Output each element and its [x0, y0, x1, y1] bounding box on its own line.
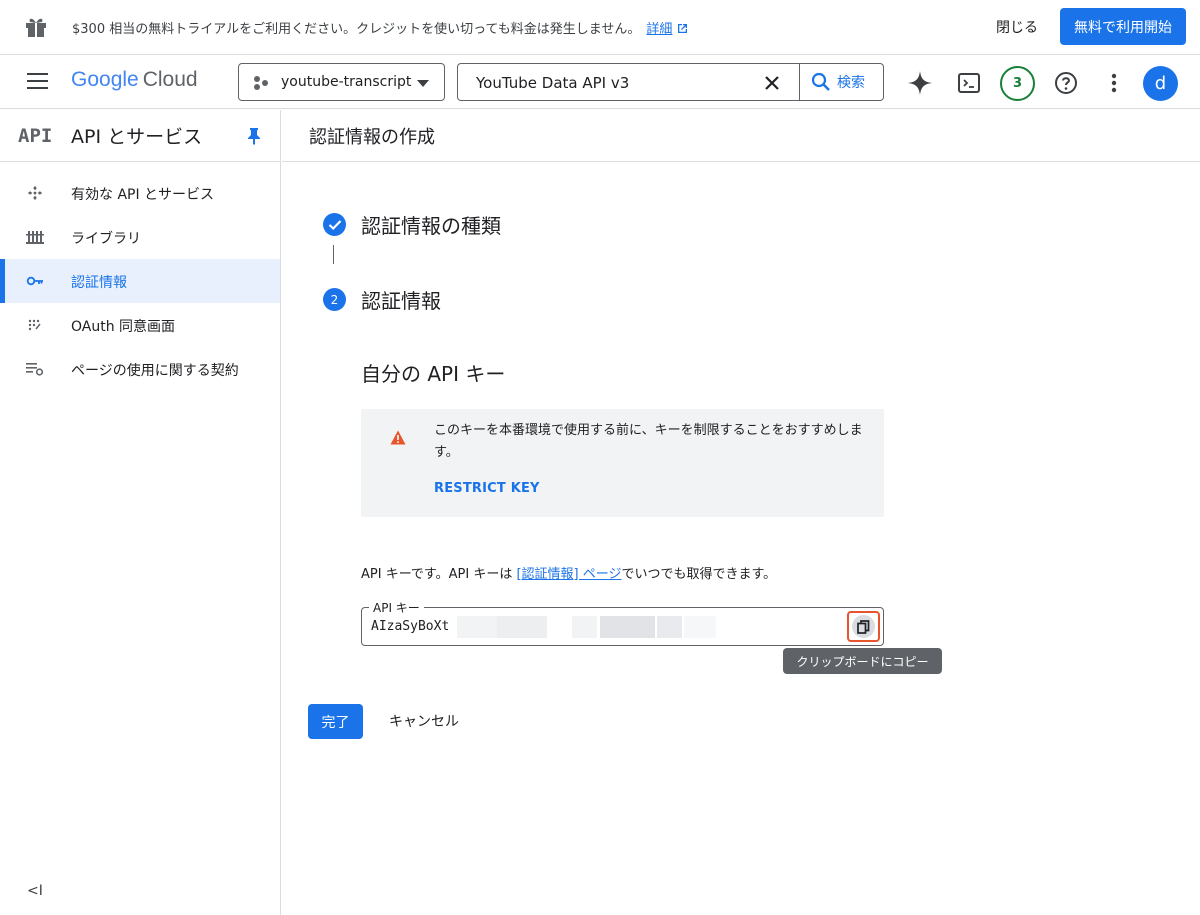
- api-key-label: API キー: [369, 599, 424, 616]
- logo-cloud-text: Cloud: [142, 68, 198, 91]
- sidebar-title: API とサービス: [71, 126, 203, 148]
- notification-badge[interactable]: 3: [1000, 66, 1035, 101]
- project-dots-icon: [254, 76, 268, 90]
- search-button-label: 検索: [837, 75, 865, 91]
- close-icon[interactable]: [762, 73, 782, 93]
- api-key-field[interactable]: API キー AIzaSyBoXt: [361, 599, 884, 646]
- api-logo: API: [18, 125, 53, 147]
- step2-title: 認証情報: [361, 289, 441, 313]
- sidebar-item-library[interactable]: ライブラリ: [0, 215, 280, 259]
- sidebar-item-oauth[interactable]: OAuth 同意画面: [0, 303, 280, 347]
- top-header: Google Cloud youtube-transcript YouTube D…: [0, 56, 1200, 109]
- done-button[interactable]: 完了: [308, 704, 363, 739]
- help-icon[interactable]: [1048, 65, 1084, 101]
- hamburger-menu-icon[interactable]: [27, 73, 48, 89]
- sidebar-item-credentials[interactable]: 認証情報: [0, 259, 280, 303]
- redacted-block: [684, 616, 716, 638]
- page-title: 認証情報の作成: [309, 127, 435, 148]
- logo-google-text: Google: [71, 68, 139, 91]
- info-suffix: でいつでも取得できます。: [621, 567, 777, 582]
- redacted-block: [657, 616, 682, 638]
- redacted-block: [457, 616, 497, 638]
- info-prefix: API キーです。API キーは: [361, 567, 517, 582]
- redacted-block: [600, 616, 655, 638]
- sidebar-item-enabled-apis[interactable]: 有効な API とサービス: [0, 171, 280, 215]
- search-icon: [811, 72, 830, 91]
- promo-text: $300 相当の無料トライアルをご利用ください。クレジットを使い切っても料金は発…: [72, 18, 688, 37]
- sidebar-item-label: 認証情報: [71, 275, 127, 291]
- sidebar: API API とサービス 有効な API とサービス ライブラリ 認証情報 O…: [0, 110, 281, 915]
- more-vert-icon[interactable]: [1096, 65, 1132, 101]
- library-icon: [26, 231, 44, 244]
- gemini-sparkle-icon[interactable]: [902, 65, 938, 101]
- warning-box: このキーを本番環境で使用する前に、キーを制限することをおすすめします。 REST…: [361, 409, 884, 517]
- google-cloud-logo[interactable]: Google Cloud: [71, 68, 198, 92]
- copy-tooltip: クリップボードにコピー: [783, 648, 942, 674]
- warning-message: このキーを本番環境で使用する前に、キーを制限することをおすすめします。: [434, 423, 863, 460]
- sidebar-header: API API とサービス: [0, 110, 281, 162]
- search-bar: YouTube Data API v3 検索: [457, 63, 884, 101]
- warning-icon: [390, 430, 406, 445]
- start-free-button[interactable]: 無料で利用開始: [1060, 8, 1186, 45]
- cloud-shell-icon[interactable]: [951, 65, 987, 101]
- sidebar-item-label: ライブラリ: [71, 231, 141, 247]
- pin-icon[interactable]: [247, 127, 261, 145]
- step1-check-icon: [323, 213, 346, 236]
- restrict-key-button[interactable]: RESTRICT KEY: [434, 481, 540, 496]
- credentials-page-link[interactable]: [認証情報] ページ: [516, 567, 621, 582]
- oauth-icon: [28, 319, 41, 331]
- agreement-icon: [26, 363, 44, 376]
- copy-icon: [857, 619, 870, 634]
- redacted-block: [497, 616, 547, 638]
- gift-icon: [26, 18, 46, 37]
- step1-title[interactable]: 認証情報の種類: [361, 210, 501, 239]
- sidebar-item-label: ページの使用に関する契約: [71, 363, 239, 379]
- api-key-info: API キーです。API キーは [認証情報] ページでいつでも取得できます。: [361, 563, 776, 582]
- project-selector[interactable]: youtube-transcript: [238, 63, 445, 101]
- key-icon: [26, 276, 43, 286]
- copy-to-clipboard-button[interactable]: [847, 611, 880, 642]
- redacted-block: [572, 616, 597, 638]
- collapse-sidebar-button[interactable]: <I: [27, 883, 43, 899]
- services-icon: [27, 185, 43, 201]
- external-link-icon: [677, 24, 687, 33]
- step-connector: [333, 245, 334, 264]
- chevron-down-icon: [417, 80, 429, 87]
- project-name: youtube-transcript: [281, 74, 412, 90]
- step2-number: 2: [323, 288, 346, 311]
- api-key-value[interactable]: AIzaSyBoXt: [371, 619, 449, 634]
- sidebar-item-label: OAuth 同意画面: [71, 319, 176, 335]
- sidebar-item-agreements[interactable]: ページの使用に関する契約: [0, 347, 280, 391]
- page-header: 認証情報の作成: [282, 110, 1200, 162]
- search-input[interactable]: YouTube Data API v3: [476, 74, 629, 92]
- cancel-button[interactable]: キャンセル: [389, 711, 459, 731]
- close-banner-button[interactable]: 閉じる: [996, 17, 1038, 37]
- copy-icon-wrap: [852, 615, 875, 638]
- search-button[interactable]: 検索: [811, 72, 865, 92]
- sidebar-nav: 有効な API とサービス ライブラリ 認証情報 OAuth 同意画面 ページの…: [0, 171, 280, 391]
- search-divider: [799, 64, 800, 100]
- sidebar-item-label: 有効な API とサービス: [71, 187, 215, 203]
- api-key-heading: 自分の API キー: [361, 362, 506, 386]
- avatar[interactable]: d: [1143, 66, 1178, 101]
- promo-banner: $300 相当の無料トライアルをご利用ください。クレジットを使い切っても料金は発…: [0, 0, 1200, 55]
- details-link[interactable]: 詳細: [646, 22, 672, 37]
